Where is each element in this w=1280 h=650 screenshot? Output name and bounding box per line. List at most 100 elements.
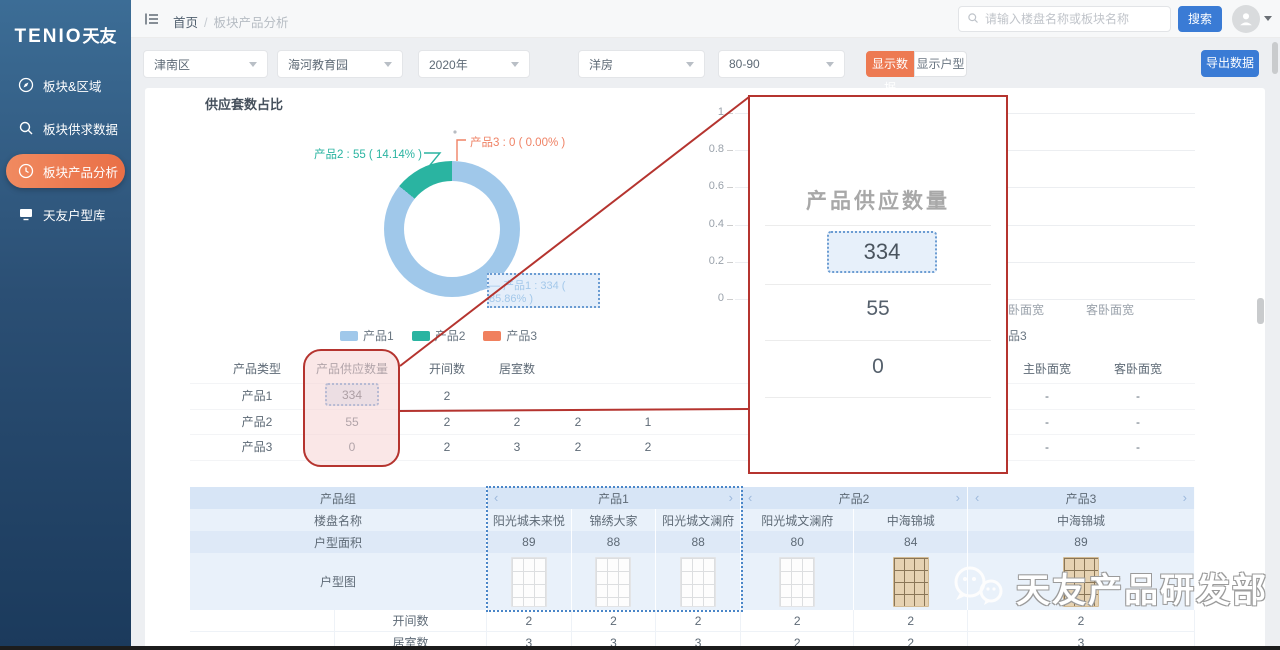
cell-unit-area: 88 (656, 531, 741, 553)
legend-item-product3[interactable]: 产品3 (483, 327, 537, 344)
table-row-floor-plan: 户型图 (190, 553, 1195, 610)
avatar[interactable] (1232, 5, 1260, 33)
cell-project-name[interactable]: 中海锦城 (854, 509, 968, 531)
area-range-select-value: 80-90 (729, 57, 760, 71)
breadcrumb-current: 板块产品分析 (214, 16, 289, 30)
page-scrollbar-thumb[interactable] (1272, 42, 1278, 74)
y-tickmark (727, 113, 733, 114)
pie-label-product1: — 产品1 : 334 ( 85.86% ) (489, 277, 598, 305)
cell-master-width: - (1005, 388, 1089, 404)
row-divider (190, 409, 1195, 410)
cell-project-name[interactable]: 阳光城未来悦 (487, 509, 572, 531)
chevron-left-icon[interactable]: ‹ (748, 490, 752, 505)
chevron-left-icon[interactable]: ‹ (494, 490, 498, 505)
cell-supply: 55 (303, 414, 401, 430)
floor-plan-thumbnail (595, 557, 631, 607)
show-data-button[interactable]: 显示数据 (866, 51, 914, 77)
cell-floor-plan[interactable] (656, 553, 741, 610)
cell-rooms: 3 (490, 439, 544, 455)
cell-floor-plan[interactable] (741, 553, 855, 610)
callout-title: 产品供应数量 (750, 185, 1006, 215)
type-select-value: 洋房 (589, 56, 613, 73)
cell-project-name[interactable]: 中海锦城 (968, 509, 1195, 531)
cell-floor-plan[interactable] (487, 553, 572, 610)
year-select[interactable]: 2020年 (418, 50, 530, 78)
table-row-unit-area: 户型面积 89 88 88 80 84 89 (190, 531, 1195, 553)
cell-project-name[interactable]: 阳光城文澜府 (741, 509, 855, 531)
export-data-button[interactable]: 导出数据 (1201, 50, 1259, 77)
app-logo: TENIO天友 (0, 22, 131, 48)
pie-label-product1-highlight[interactable]: — 产品1 : 334 ( 85.86% ) (487, 273, 600, 308)
panel-scrollbar-thumb[interactable] (1257, 298, 1264, 324)
collapse-menu-icon[interactable] (144, 11, 160, 30)
callout-value-selected: 334 (827, 231, 937, 273)
group-header-product3: ‹ 产品3 › (968, 487, 1195, 509)
cell-product-type: 产品1 (190, 388, 324, 404)
chevron-right-icon[interactable]: › (956, 490, 960, 505)
chevron-right-icon[interactable]: › (1183, 490, 1187, 505)
chevron-left-icon[interactable]: ‹ (975, 490, 979, 505)
floor-plan-thumbnail (893, 557, 929, 607)
group-header-product2: ‹ 产品2 › (741, 487, 968, 509)
cell-project-name[interactable]: 锦绣大家 (572, 509, 657, 531)
col-header-supply-count: 产品供应数量 (303, 361, 401, 377)
legend-swatch-blue (340, 331, 358, 341)
legend-swatch-teal (412, 331, 430, 341)
chevron-down-icon (384, 62, 392, 67)
y-tickmark (727, 150, 733, 151)
row-divider (190, 460, 1195, 461)
sidebar-item-region[interactable]: 板块&区域 (0, 68, 131, 102)
chevron-right-icon[interactable]: › (729, 490, 733, 505)
search-button[interactable]: 搜索 (1178, 6, 1222, 32)
divider (765, 397, 991, 398)
legend-item-product2[interactable]: 产品2 (412, 327, 466, 344)
sidebar-item-product-analysis[interactable]: 板块产品分析 (6, 154, 125, 188)
search-input[interactable] (985, 12, 1162, 26)
chevron-down-icon (686, 62, 694, 67)
cell-project-name[interactable]: 阳光城文澜府 (656, 509, 741, 531)
cell-bays: 2 (487, 610, 572, 632)
table-row-product-group: 产品组 ‹ 产品1 › ‹ 产品2 › ‹ 产品3 › (190, 487, 1195, 509)
show-unit-button[interactable]: 显示户型 (914, 51, 967, 77)
sidebar-item-unit-library[interactable]: 天友户型库 (0, 197, 131, 231)
image-bottom-border (0, 646, 1280, 650)
y-tick: 0.6 (698, 180, 724, 192)
breadcrumb-home[interactable]: 首页 (173, 16, 198, 30)
type-select[interactable]: 洋房 (578, 50, 705, 78)
legend-label: 产品1 (363, 327, 394, 344)
col-header-master-width: 主卧面宽 (1005, 361, 1089, 377)
group-header-product1: ‹ 产品1 › (487, 487, 741, 509)
sidebar-item-supply-demand[interactable]: 板块供求数据 (0, 111, 131, 145)
legend-label: 产品3 (506, 327, 537, 344)
cell-rooms: 2 (490, 414, 544, 430)
pie-label-product2: 产品2 : 55 ( 14.14% ) (300, 146, 422, 162)
year-select-value: 2020年 (429, 56, 468, 73)
cell-supply-selected[interactable]: 334 (325, 383, 379, 406)
cell-bays: 2 (656, 610, 741, 632)
cell-bays: 2 (572, 610, 657, 632)
table-row-bays: 开间数 2 2 2 2 2 2 (190, 610, 1195, 632)
y-tick: 0.8 (698, 143, 724, 155)
y-tickmark (727, 187, 733, 188)
district-select[interactable]: 津南区 (143, 50, 268, 78)
chevron-down-icon[interactable] (1264, 16, 1272, 21)
group-name: 产品2 (839, 490, 870, 507)
cell-floor-plan[interactable] (968, 553, 1195, 610)
divider (765, 340, 991, 341)
cell-guest-width: - (1096, 388, 1180, 404)
legend-label: 产品2 (435, 327, 466, 344)
cell-unit-area: 88 (572, 531, 657, 553)
cell-value: 2 (621, 439, 675, 455)
legend-swatch-salmon (483, 331, 501, 341)
breadcrumb: 首页/板块产品分析 (173, 12, 289, 31)
cell-floor-plan[interactable] (854, 553, 968, 610)
row-label: 产品组 (190, 487, 487, 509)
area-range-select[interactable]: 80-90 (718, 50, 845, 78)
block-select[interactable]: 海河教育园 (277, 50, 403, 78)
sidebar-item-label: 板块产品分析 (43, 162, 118, 181)
legend-item-product1[interactable]: 产品1 (340, 327, 394, 344)
cell-floor-plan[interactable] (572, 553, 657, 610)
search-icon (18, 120, 34, 136)
y-tick: 0.4 (698, 218, 724, 230)
group-name: 产品3 (1066, 490, 1097, 507)
